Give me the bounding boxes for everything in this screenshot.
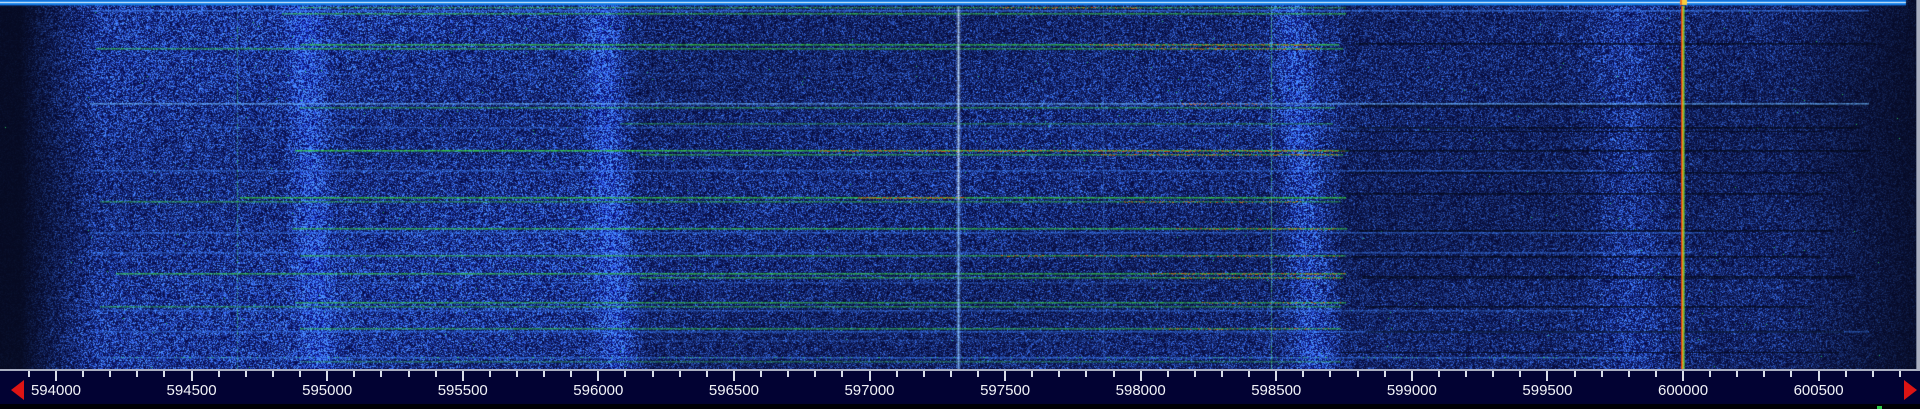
frequency-tick	[624, 371, 627, 377]
frequency-tick	[1519, 371, 1522, 377]
frequency-tick	[1329, 371, 1332, 377]
frequency-tick	[1437, 371, 1440, 377]
frequency-tick	[678, 371, 681, 377]
frequency-tick	[163, 371, 166, 377]
frequency-tick	[271, 371, 274, 377]
frequency-tick-label: 594000	[30, 382, 82, 399]
window-right-border	[1916, 0, 1920, 369]
frequency-tick	[841, 371, 844, 377]
frequency-tick	[1058, 371, 1061, 377]
frequency-tick	[1627, 371, 1630, 377]
frequency-tick	[1139, 371, 1142, 381]
frequency-tick	[1871, 371, 1874, 377]
frequency-tick	[1654, 371, 1657, 377]
scroll-right-arrow-button[interactable]	[1904, 380, 1917, 400]
frequency-tick	[1763, 371, 1766, 377]
frequency-tick	[299, 371, 302, 377]
frequency-tick	[705, 371, 708, 377]
frequency-tick	[27, 371, 30, 377]
frequency-tick	[1600, 371, 1603, 377]
frequency-tick	[1898, 371, 1901, 377]
frequency-tick	[380, 371, 383, 377]
frequency-tick	[1410, 371, 1413, 381]
frequency-scale-ruler[interactable]: 594000 594500 595000 595500 596000 596500 5970…	[0, 369, 1920, 409]
frequency-tick	[488, 371, 491, 377]
frequency-tick	[1166, 371, 1169, 377]
frequency-tick	[570, 371, 573, 377]
sdr-window: 594000 594500 595000 595500 596000 596500 5970…	[0, 0, 1920, 409]
frequency-tick	[651, 371, 654, 377]
frequency-tick-label: 596000	[573, 382, 624, 399]
frequency-tick	[1302, 371, 1305, 377]
frequency-tick	[109, 371, 112, 377]
frequency-tick	[1844, 371, 1847, 377]
frequency-tick	[597, 371, 600, 381]
frequency-tick	[1709, 371, 1712, 377]
frequency-tick	[326, 371, 329, 381]
frequency-tick	[1085, 371, 1088, 377]
frequency-tick	[515, 371, 518, 377]
frequency-tick	[1356, 371, 1359, 377]
frequency-tick	[949, 371, 952, 377]
waterfall-display[interactable]	[0, 0, 1920, 369]
frequency-tick-label: 600000	[1657, 382, 1709, 399]
frequency-tick	[787, 371, 790, 377]
frequency-tick-label: 599000	[1386, 382, 1437, 399]
frequency-tick-label: 595000	[302, 382, 353, 399]
frequency-tick	[1221, 371, 1224, 377]
frequency-tick	[1004, 371, 1007, 381]
frequency-tick-label: 597000	[844, 382, 895, 399]
frequency-tick	[82, 371, 85, 377]
frequency-tick	[760, 371, 763, 377]
frequency-tick	[55, 371, 57, 381]
frequency-tick	[1383, 371, 1386, 377]
frequency-tick	[244, 371, 247, 377]
frequency-tick	[1275, 371, 1278, 381]
frequency-tick	[461, 371, 464, 381]
frequency-tick	[1031, 371, 1034, 377]
frequency-tick	[1817, 371, 1820, 381]
frequency-tick	[1736, 371, 1739, 377]
frequency-tick	[434, 371, 437, 377]
frequency-tick	[1248, 371, 1251, 377]
frequency-tick	[1682, 371, 1685, 381]
frequency-tick-label: 598500	[1251, 382, 1302, 399]
frequency-tick-label: 597500	[980, 382, 1031, 399]
frequency-tick	[1112, 371, 1115, 377]
frequency-tick	[814, 371, 817, 377]
scroll-left-arrow-button[interactable]	[11, 380, 24, 400]
frequency-tick	[732, 371, 735, 381]
frequency-tick-label: 599500	[1522, 382, 1573, 399]
frequency-tick-label: 596500	[708, 382, 759, 399]
frequency-tick	[1193, 371, 1196, 377]
frequency-tick	[1790, 371, 1793, 377]
frequency-tick	[1573, 371, 1576, 377]
frequency-tick-label: 594500	[166, 382, 217, 399]
frequency-tick	[1492, 371, 1495, 377]
frequency-tick-label: 600500	[1793, 382, 1844, 399]
frequency-tick	[407, 371, 410, 377]
frequency-tick	[868, 371, 871, 381]
frequency-tick	[190, 371, 193, 381]
frequency-tick-label: 595500	[437, 382, 488, 399]
frequency-tick	[136, 371, 139, 377]
frequency-tick	[922, 371, 925, 377]
frequency-tick	[217, 371, 220, 377]
frequency-tick	[895, 371, 898, 377]
frequency-tick	[353, 371, 356, 377]
frequency-tick	[543, 371, 546, 377]
frequency-tick	[1546, 371, 1549, 381]
frequency-tick-label: 598000	[1115, 382, 1166, 399]
frequency-tick	[976, 371, 979, 377]
frequency-tick	[1465, 371, 1468, 377]
